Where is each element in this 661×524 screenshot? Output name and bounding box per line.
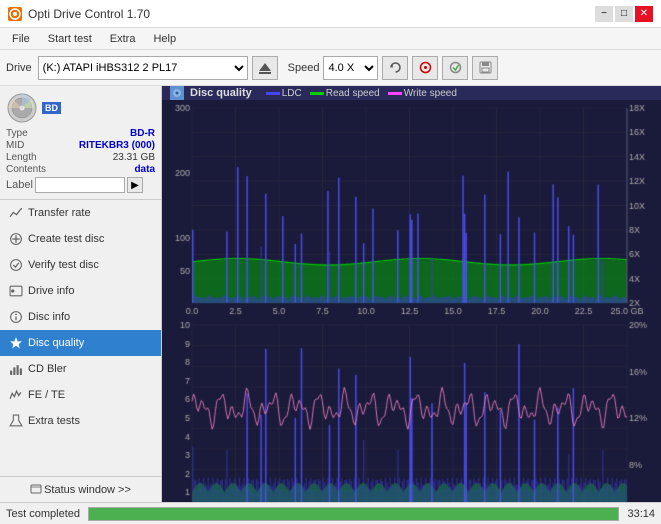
disc-type-value: BD-R	[130, 128, 155, 139]
disc-length-row: Length 23.31 GB	[6, 152, 155, 163]
legend-write-color	[388, 92, 402, 95]
nav-label-drive-info: Drive info	[28, 285, 74, 297]
legend-read-speed: Read speed	[310, 88, 380, 99]
disc-button[interactable]	[412, 56, 438, 80]
disc-label-row: Label ▶	[6, 177, 155, 193]
disc-label-label: Label	[6, 179, 33, 191]
maximize-button[interactable]: □	[615, 6, 633, 22]
menu-start-test[interactable]: Start test	[40, 31, 100, 47]
disc-contents-row: Contents data	[6, 164, 155, 175]
drive-info-icon	[8, 283, 24, 299]
sidebar-item-cd-bler[interactable]: CD Bler	[0, 356, 161, 382]
nav-items: Transfer rate Create test disc Verify te…	[0, 200, 161, 476]
sidebar-item-extra-tests[interactable]: Extra tests	[0, 408, 161, 434]
title-controls: − □ ✕	[595, 6, 653, 22]
nav-label-verify-test-disc: Verify test disc	[28, 259, 99, 271]
title-bar-left: Opti Drive Control 1.70	[8, 7, 150, 21]
disc-type-label: Type	[6, 128, 28, 139]
status-text: Test completed	[6, 508, 80, 520]
content-area: Disc quality LDC Read speed Write speed	[162, 86, 661, 502]
nav-label-transfer-rate: Transfer rate	[28, 207, 91, 219]
close-button[interactable]: ✕	[635, 6, 653, 22]
status-window-label: Status window >>	[44, 484, 131, 496]
legend-read-color	[310, 92, 324, 95]
sidebar-item-create-test-disc[interactable]: Create test disc	[0, 226, 161, 252]
charts-area	[162, 100, 661, 502]
disc-contents-value: data	[134, 164, 155, 175]
legend-ldc: LDC	[266, 88, 302, 99]
menu-file[interactable]: File	[4, 31, 38, 47]
disc-mid-row: MID RITEKBR3 (000)	[6, 140, 155, 151]
app-icon	[8, 7, 22, 21]
nav-label-cd-bler: CD Bler	[28, 363, 67, 375]
sidebar-item-disc-info[interactable]: Disc info	[0, 304, 161, 330]
legend-ldc-label: LDC	[282, 88, 302, 99]
minimize-button[interactable]: −	[595, 6, 613, 22]
window-title: Opti Drive Control 1.70	[28, 7, 150, 21]
disc-mid-label: MID	[6, 140, 24, 151]
disc-quality-icon	[8, 335, 24, 351]
menu-bar: File Start test Extra Help	[0, 28, 661, 50]
save-button[interactable]	[472, 56, 498, 80]
disc-type-row: Type BD-R	[6, 128, 155, 139]
legend-write-label: Write speed	[404, 88, 457, 99]
sidebar-item-drive-info[interactable]: Drive info	[0, 278, 161, 304]
verify-test-icon	[8, 257, 24, 273]
disc-mid-value: RITEKBR3 (000)	[79, 140, 155, 151]
cd-bler-icon	[8, 361, 24, 377]
status-window-button[interactable]: Status window >>	[0, 476, 161, 502]
legend-write-speed: Write speed	[388, 88, 457, 99]
ldc-chart	[162, 100, 661, 317]
disc-label-btn[interactable]: ▶	[127, 177, 143, 193]
progress-fill	[89, 508, 618, 520]
speed-label: Speed	[288, 62, 320, 74]
legend-read-label: Read speed	[326, 88, 380, 99]
disc-panel: BD Type BD-R MID RITEKBR3 (000) Length 2…	[0, 86, 161, 200]
menu-extra[interactable]: Extra	[102, 31, 144, 47]
title-bar: Opti Drive Control 1.70 − □ ✕	[0, 0, 661, 28]
drive-label: Drive	[6, 62, 32, 74]
disc-quality-title-icon	[170, 86, 184, 100]
refresh-button[interactable]	[382, 56, 408, 80]
menu-help[interactable]: Help	[145, 31, 184, 47]
disc-length-label: Length	[6, 152, 37, 163]
nav-label-extra-tests: Extra tests	[28, 415, 80, 427]
chart1-legend: LDC Read speed Write speed	[266, 88, 457, 99]
extra-tests-icon	[8, 413, 24, 429]
disc-contents-label: Contents	[6, 164, 46, 175]
transfer-rate-icon	[8, 205, 24, 221]
eject-button[interactable]	[252, 56, 278, 80]
disc-details: Type BD-R MID RITEKBR3 (000) Length 23.3…	[6, 128, 155, 193]
progress-bar	[88, 507, 619, 521]
nav-label-disc-quality: Disc quality	[28, 337, 84, 349]
create-test-icon	[8, 231, 24, 247]
disc-length-value: 23.31 GB	[113, 152, 155, 163]
sidebar-item-verify-test-disc[interactable]: Verify test disc	[0, 252, 161, 278]
disc-type-badge: BD	[42, 102, 61, 114]
disc-info-icon	[8, 309, 24, 325]
disc-quality-header: Disc quality LDC Read speed Write speed	[162, 86, 661, 100]
sidebar: BD Type BD-R MID RITEKBR3 (000) Length 2…	[0, 86, 162, 502]
toolbar: Drive (K:) ATAPI iHBS312 2 PL17 Speed 4.…	[0, 50, 661, 86]
nav-label-create-test-disc: Create test disc	[28, 233, 104, 245]
status-window-icon	[30, 484, 42, 496]
status-bar: Test completed 33:14	[0, 502, 661, 524]
main-area: BD Type BD-R MID RITEKBR3 (000) Length 2…	[0, 86, 661, 502]
fe-te-icon	[8, 387, 24, 403]
disc-image	[6, 92, 38, 124]
status-time: 33:14	[627, 508, 655, 520]
sidebar-item-disc-quality[interactable]: Disc quality	[0, 330, 161, 356]
disc-label-input[interactable]	[35, 177, 125, 193]
drive-select[interactable]: (K:) ATAPI iHBS312 2 PL17	[38, 56, 248, 80]
disc-quality-title-text: Disc quality	[190, 87, 252, 99]
sidebar-item-transfer-rate[interactable]: Transfer rate	[0, 200, 161, 226]
write-button[interactable]	[442, 56, 468, 80]
sidebar-item-fe-te[interactable]: FE / TE	[0, 382, 161, 408]
bis-jitter-chart	[162, 317, 661, 502]
nav-label-fe-te: FE / TE	[28, 389, 65, 401]
disc-header: BD	[6, 92, 155, 124]
legend-ldc-color	[266, 92, 280, 95]
nav-label-disc-info: Disc info	[28, 311, 70, 323]
speed-select[interactable]: 4.0 X	[323, 56, 378, 80]
